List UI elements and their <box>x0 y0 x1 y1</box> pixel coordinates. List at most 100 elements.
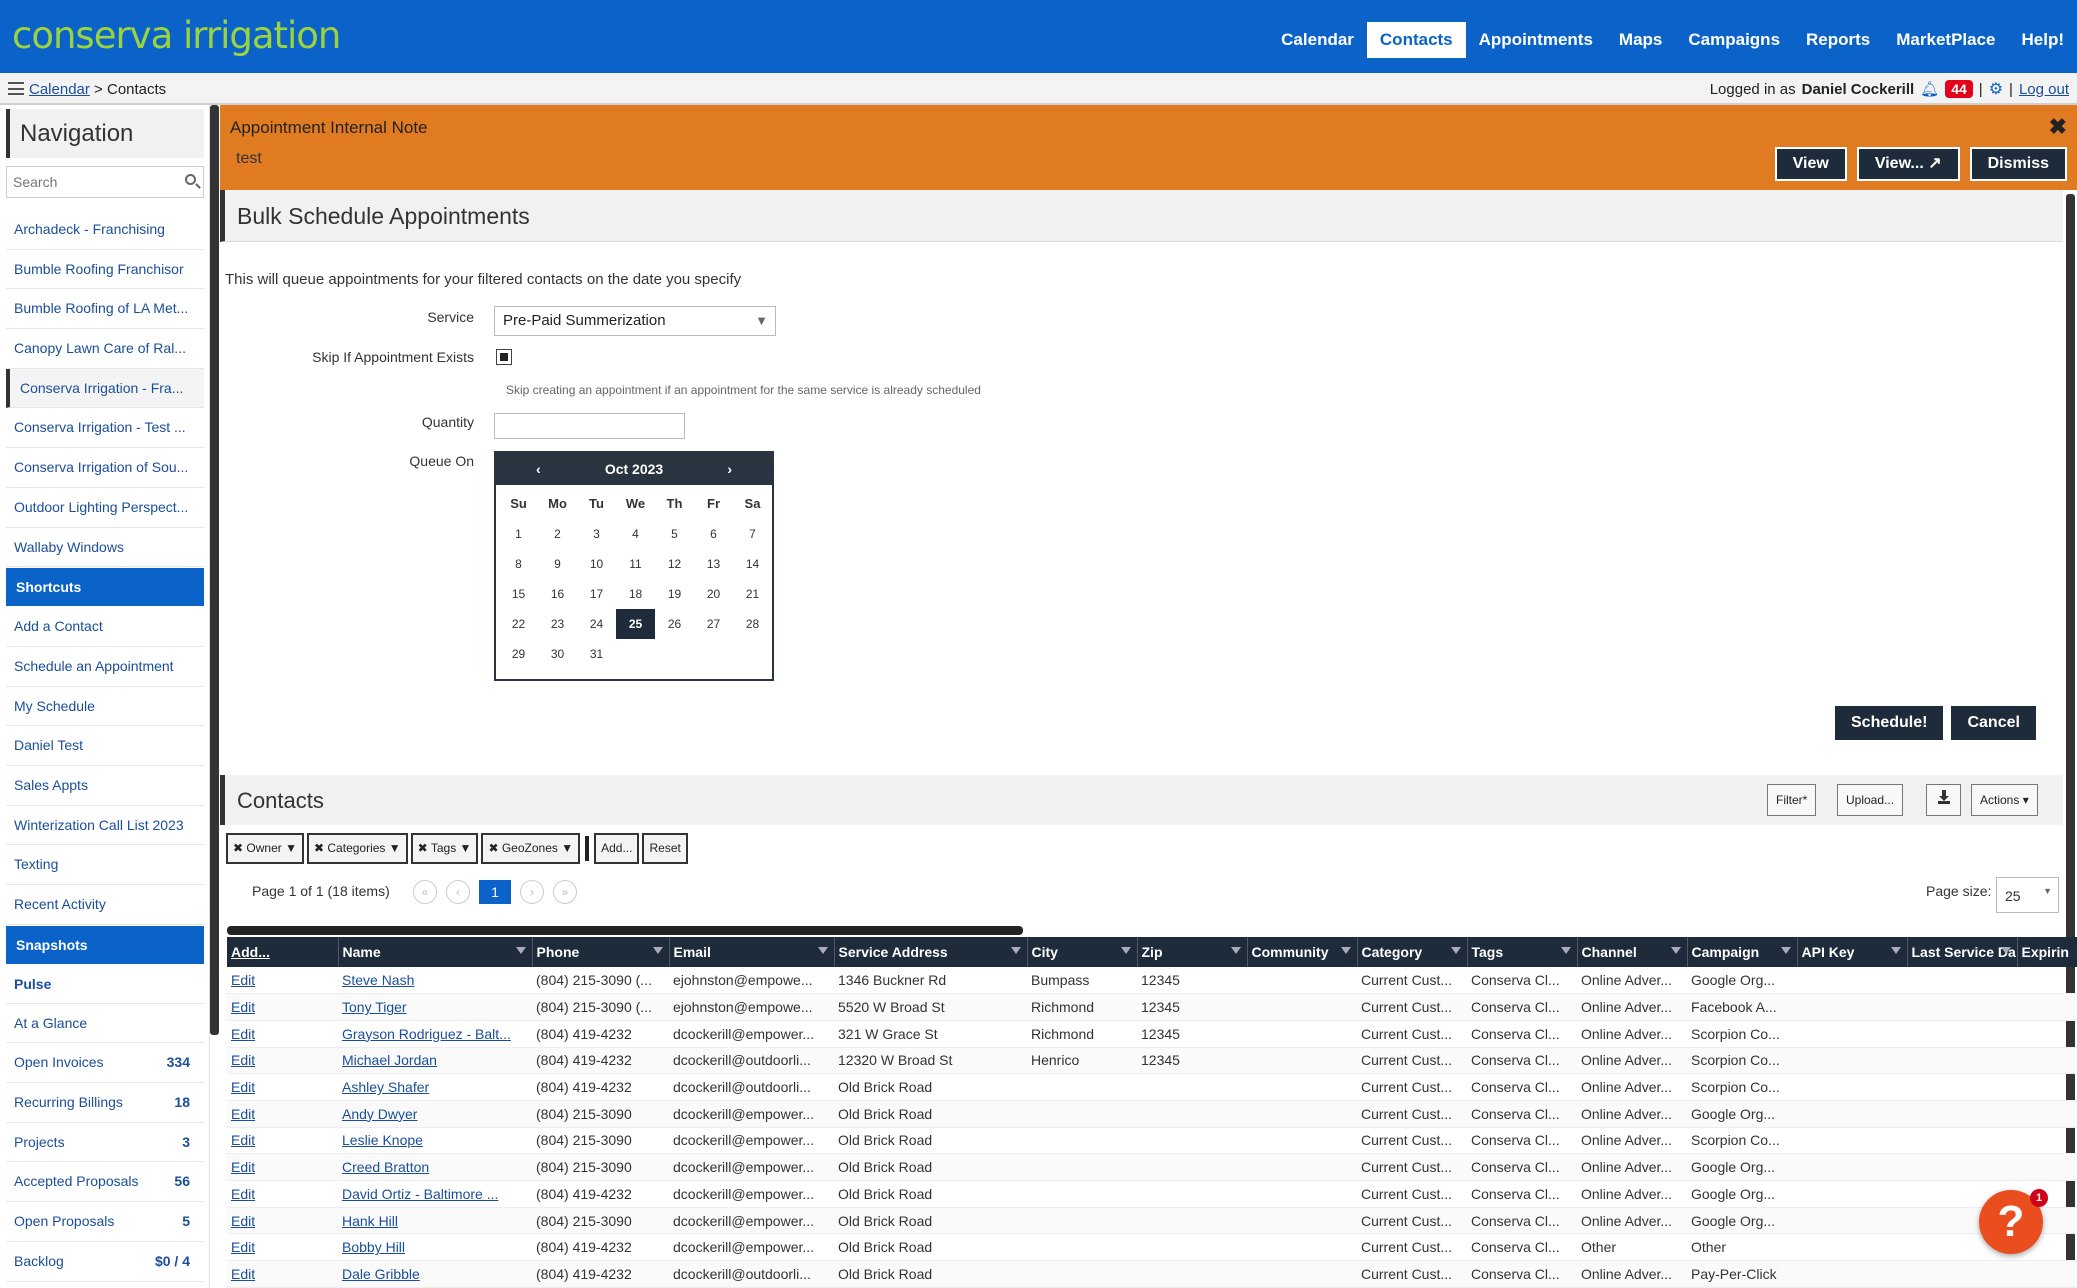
contact-name-link[interactable]: Grayson Rodriguez - Balt... <box>342 1026 511 1042</box>
table-row[interactable]: Edit Dale Gribble (804) 419-4232 dcockerill… <box>227 1260 2077 1288</box>
sidebar-org-item[interactable]: Bumble Roofing of LA Met... <box>6 289 204 330</box>
calendar-day[interactable]: 15 <box>499 579 538 609</box>
column-filter-icon[interactable] <box>1230 947 1241 954</box>
view-button[interactable]: View <box>1774 147 1847 181</box>
column-header[interactable]: Phone <box>532 937 670 967</box>
column-header[interactable]: Last Service Da <box>1907 937 2018 967</box>
column-header[interactable]: Campaign <box>1687 937 1798 967</box>
filter-chip-categories[interactable]: ✖ Categories ▼ <box>306 833 408 864</box>
nav-appointments[interactable]: Appointments <box>1466 22 1606 58</box>
edit-link[interactable]: Edit <box>231 1186 255 1202</box>
column-filter-icon[interactable] <box>1340 947 1351 954</box>
actions-button[interactable]: Actions ▾ <box>1971 784 2038 816</box>
edit-link[interactable]: Edit <box>231 1026 255 1042</box>
sidebar-org-item[interactable]: Archadeck - Franchising <box>6 210 204 250</box>
calendar-day[interactable]: 3 <box>577 519 616 549</box>
edit-link[interactable]: Edit <box>231 1132 255 1148</box>
remove-icon[interactable]: ✖ <box>488 841 498 855</box>
calendar-day-selected[interactable]: 25 <box>616 609 655 639</box>
cancel-button[interactable]: Cancel <box>1949 704 2038 742</box>
calendar-day[interactable]: 30 <box>538 639 577 669</box>
calendar-month[interactable]: Oct 2023 <box>605 461 663 477</box>
download-button[interactable] <box>1926 784 1961 816</box>
sidebar-shortcut-item[interactable]: Daniel Test <box>6 726 204 766</box>
sidebar-shortcut-item[interactable]: My Schedule <box>6 687 204 727</box>
column-header[interactable]: Tags <box>1467 937 1578 967</box>
contact-name-link[interactable]: Leslie Knope <box>342 1132 423 1148</box>
sidebar-snapshot-item[interactable]: Accepted Proposals 56 <box>6 1162 204 1203</box>
remove-icon[interactable]: ✖ <box>233 841 243 855</box>
sidebar-org-item[interactable]: Bumble Roofing Franchisor <box>6 250 204 290</box>
column-filter-icon[interactable] <box>817 947 828 954</box>
sidebar-org-item[interactable]: Outdoor Lighting Perspect... <box>6 488 204 528</box>
calendar-day[interactable]: 19 <box>655 579 694 609</box>
sidebar-shortcut-item[interactable]: Texting <box>6 845 204 885</box>
filter-chip-tags[interactable]: ✖ Tags ▼ <box>410 833 479 864</box>
calendar-day[interactable]: 14 <box>733 549 772 579</box>
column-filter-icon[interactable] <box>1010 947 1021 954</box>
calendar-day[interactable]: 28 <box>733 609 772 639</box>
sidebar-shortcut-item[interactable]: Recent Activity <box>6 885 204 925</box>
reset-filters-button[interactable]: Reset <box>642 833 688 864</box>
calendar-day[interactable]: 11 <box>616 549 655 579</box>
sidebar-shortcut-item[interactable]: Add a Contact <box>6 607 204 647</box>
sidebar-org-item-selected[interactable]: Conserva Irrigation - Fra... <box>6 368 204 409</box>
app-logo[interactable]: conserva irrigation <box>12 14 341 57</box>
calendar-day[interactable]: 29 <box>499 639 538 669</box>
column-header[interactable]: Email <box>669 937 835 967</box>
dismiss-button[interactable]: Dismiss <box>1969 147 2067 181</box>
calendar-day[interactable]: 13 <box>694 549 733 579</box>
contact-name-link[interactable]: Andy Dwyer <box>342 1106 417 1122</box>
sidebar-org-item[interactable]: Wallaby Windows <box>6 528 204 568</box>
remove-icon[interactable]: ✖ <box>418 841 428 855</box>
table-row[interactable]: Edit Tony Tiger (804) 215-3090 (... ejohnst… <box>227 993 2077 1021</box>
sidebar-snapshot-item[interactable]: Recurring Billings 18 <box>6 1083 204 1123</box>
prev-page-icon[interactable]: ‹ <box>446 880 470 904</box>
filter-chip-owner[interactable]: ✖ Owner ▼ <box>226 833 304 864</box>
sidebar-snapshot-item[interactable]: Open Proposals 5 <box>6 1202 204 1242</box>
filter-chip-geozones[interactable]: ✖ GeoZones ▼ <box>481 833 581 864</box>
calendar-day[interactable]: 23 <box>538 609 577 639</box>
last-page-icon[interactable]: » <box>553 880 577 904</box>
first-page-icon[interactable]: « <box>413 880 437 904</box>
sidebar-snapshot-item[interactable]: Backlog $0 / 4 <box>6 1242 204 1282</box>
menu-icon[interactable] <box>8 82 24 95</box>
edit-link[interactable]: Edit <box>231 1159 255 1175</box>
sidebar-snapshots-heading[interactable]: Snapshots <box>6 925 204 964</box>
contact-name-link[interactable]: Bobby Hill <box>342 1239 405 1255</box>
edit-link[interactable]: Edit <box>231 1106 255 1122</box>
column-header[interactable]: Service Address <box>834 937 1028 967</box>
current-page[interactable]: 1 <box>479 880 511 904</box>
column-filter-icon[interactable] <box>1560 947 1571 954</box>
remove-icon[interactable]: ✖ <box>314 841 324 855</box>
logout-link[interactable]: Log out <box>2019 81 2069 98</box>
calendar-day[interactable]: 27 <box>694 609 733 639</box>
table-row[interactable]: Edit Hank Hill (804) 215-3090 dcockerill@em… <box>227 1207 2077 1235</box>
bell-icon[interactable]: 🔔︎ <box>1920 80 1939 98</box>
column-filter-icon[interactable] <box>1780 947 1791 954</box>
edit-link[interactable]: Edit <box>231 1266 255 1282</box>
column-header[interactable]: API Key <box>1797 937 1908 967</box>
column-filter-icon[interactable] <box>1890 947 1901 954</box>
contact-name-link[interactable]: David Ortiz - Baltimore ... <box>342 1186 498 1202</box>
calendar-day[interactable]: 5 <box>655 519 694 549</box>
calendar-day[interactable]: 2 <box>538 519 577 549</box>
calendar-day[interactable]: 7 <box>733 519 772 549</box>
sidebar-snapshot-item[interactable]: Projects 3 <box>6 1123 204 1163</box>
nav-campaigns[interactable]: Campaigns <box>1675 22 1793 58</box>
column-header[interactable]: Zip <box>1137 937 1248 967</box>
upload-button[interactable]: Upload... <box>1837 784 1904 816</box>
calendar-day[interactable]: 4 <box>616 519 655 549</box>
next-page-icon[interactable]: › <box>520 880 544 904</box>
table-row[interactable]: Edit Grayson Rodriguez - Balt... (804) 419… <box>227 1020 2077 1048</box>
column-filter-icon[interactable] <box>1670 947 1681 954</box>
sidebar-snapshot-item[interactable]: At a Glance <box>6 1004 204 1044</box>
nav-reports[interactable]: Reports <box>1793 22 1883 58</box>
column-header[interactable]: Add... <box>227 937 339 967</box>
calendar-day[interactable]: 24 <box>577 609 616 639</box>
column-filter-icon[interactable] <box>2000 947 2011 954</box>
sidebar-search-input[interactable] <box>7 167 177 197</box>
sidebar-shortcut-item[interactable]: Sales Appts <box>6 766 204 806</box>
contact-name-link[interactable]: Tony Tiger <box>342 999 407 1015</box>
calendar-day[interactable]: 22 <box>499 609 538 639</box>
